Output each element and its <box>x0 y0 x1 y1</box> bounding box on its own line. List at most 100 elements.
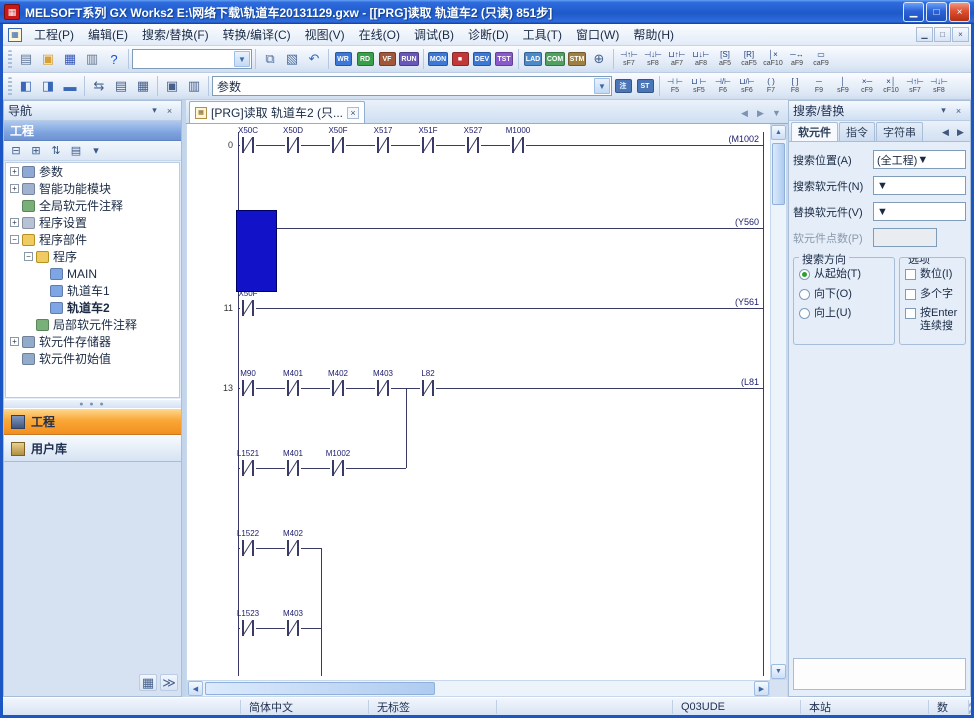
close-button[interactable]: × <box>949 2 970 22</box>
maximize-button[interactable]: □ <box>926 2 947 22</box>
menu-item[interactable]: 转换/编译(C) <box>216 23 298 46</box>
scroll-right-icon[interactable]: ▶ <box>754 681 769 696</box>
toolbar-grip[interactable] <box>8 77 12 96</box>
radio-from-start[interactable]: 从起始(T) <box>799 268 889 281</box>
device-comment-icon[interactable]: COM <box>544 48 566 70</box>
tree-item[interactable]: −程序部件 <box>6 231 179 248</box>
open-project-icon[interactable]: ▣ <box>37 48 59 70</box>
tree-expand-all-icon[interactable]: ⊞ <box>27 142 45 159</box>
ladder-symbol-cf9-button[interactable]: ×─cF9 <box>855 74 879 99</box>
tab-instruction[interactable]: 指令 <box>839 122 875 141</box>
document-tab[interactable]: ▦ [PRG]读取 轨道车2 (只... × <box>189 101 365 123</box>
contact-x51f[interactable] <box>420 137 436 153</box>
more-panels-icon[interactable]: ≫ <box>160 674 178 691</box>
write-to-plc-icon[interactable]: WR <box>332 48 354 70</box>
combo-dropdown-icon[interactable]: ▼ <box>234 51 250 67</box>
ladder-symbol-caf9-button[interactable]: ▭caF9 <box>809 47 833 72</box>
tab-next-icon[interactable]: ▶ <box>953 125 968 139</box>
combo-dropdown-icon[interactable]: ▼ <box>917 154 928 166</box>
tree-collapse-all-icon[interactable]: ⊟ <box>7 142 25 159</box>
contact-x527[interactable] <box>465 137 481 153</box>
tab-scroll-left-icon[interactable]: ◀ <box>737 106 752 120</box>
ladder-symbol-f6-button[interactable]: ⊣/⊢F6 <box>711 74 735 99</box>
menu-item[interactable]: 调试(B) <box>407 23 461 46</box>
stack-button-project[interactable]: 工程 <box>4 408 181 435</box>
contact-l1523[interactable] <box>240 620 256 636</box>
tree-item[interactable]: −程序 <box>6 248 179 265</box>
toolbar-grip[interactable] <box>8 50 12 69</box>
monitor-stop-icon[interactable]: ■ <box>449 48 471 70</box>
ladder-symbol-sf9-button[interactable]: │sF9 <box>831 74 855 99</box>
tree-expander-icon[interactable]: + <box>10 337 19 346</box>
device-test-icon[interactable]: TST <box>493 48 515 70</box>
read-from-plc-icon[interactable]: RD <box>354 48 376 70</box>
data-security-icon[interactable]: ▤ <box>67 142 85 159</box>
scroll-down-icon[interactable]: ▼ <box>771 664 786 679</box>
combo-dropdown-icon[interactable]: ▼ <box>594 78 610 94</box>
panel-menu-icon[interactable]: ▾ <box>936 104 951 118</box>
contact-m402[interactable] <box>285 540 301 556</box>
ladder-edit-mode-icon[interactable]: LAD <box>522 48 544 70</box>
ladder-symbol-f5-button[interactable]: ⊣ ⊢F5 <box>663 74 687 99</box>
mdi-minimize-button[interactable]: ▁ <box>916 27 933 42</box>
panel-menu-icon[interactable]: ▾ <box>147 104 162 118</box>
output-window-icon[interactable]: ▬ <box>59 75 81 97</box>
ladder-symbol-f8-button[interactable]: [ ]F8 <box>783 74 807 99</box>
ladder-symbol-af8-button[interactable]: ⊔↓⊢aF8 <box>689 47 713 72</box>
contact-x50f[interactable] <box>240 300 256 316</box>
menu-item[interactable]: 编辑(E) <box>81 23 135 46</box>
contact-m1000[interactable] <box>510 137 526 153</box>
stack-splitter[interactable]: ● ● ● <box>4 399 181 408</box>
tree-item[interactable]: 轨道车2 <box>6 299 179 316</box>
ladder-symbol-sf6-button[interactable]: ⊔/⊢sF6 <box>735 74 759 99</box>
radio-up[interactable]: 向上(U) <box>799 307 889 320</box>
horizontal-scroll-thumb[interactable] <box>205 682 435 695</box>
zoom-icon[interactable]: ⊕ <box>588 48 610 70</box>
find-device-combo[interactable]: ▼ <box>873 176 966 195</box>
menu-item[interactable]: 工具(T) <box>516 23 569 46</box>
vertical-scroll-thumb[interactable] <box>772 143 785 205</box>
ladder-symbol-f7-button[interactable]: ( )F7 <box>759 74 783 99</box>
tree-item[interactable]: +参数 <box>6 163 179 180</box>
menu-item[interactable]: 搜索/替换(F) <box>135 23 216 46</box>
mdi-restore-button[interactable]: □ <box>934 27 951 42</box>
ladder-symbol-sf5-button[interactable]: ⊔ ⊢sF5 <box>687 74 711 99</box>
paste-icon[interactable]: ▧ <box>281 48 303 70</box>
contact-m401[interactable] <box>285 380 301 396</box>
remote-operation-icon[interactable]: RUN <box>398 48 420 70</box>
vertical-scrollbar[interactable]: ▲ ▼ <box>770 124 787 680</box>
contact-m401[interactable] <box>285 460 301 476</box>
ladder-symbol-sf7-button[interactable]: ⊣↑⊢sF7 <box>617 47 641 72</box>
monitor-mode-icon[interactable]: MON <box>427 48 449 70</box>
watch-window-icon[interactable]: ▦ <box>132 75 154 97</box>
checkbox-enter-continuous[interactable]: 按Enter连续搜 <box>905 307 960 332</box>
menu-item[interactable]: 工程(P) <box>27 23 81 46</box>
sort-icon[interactable]: ⇅ <box>47 142 65 159</box>
mdi-close-button[interactable]: × <box>952 27 969 42</box>
tree-item[interactable]: 软元件初始值 <box>6 350 179 367</box>
tree-item[interactable]: 局部软元件注释 <box>6 316 179 333</box>
menu-item[interactable]: 视图(V) <box>298 23 352 46</box>
device-batch-monitor-icon[interactable]: DEV <box>471 48 493 70</box>
coil-y560[interactable]: (Y560 <box>701 217 759 227</box>
print-icon[interactable]: ▥ <box>81 48 103 70</box>
scroll-up-icon[interactable]: ▲ <box>771 125 786 140</box>
tree-item[interactable]: 全局软元件注释 <box>6 197 179 214</box>
device-list-icon[interactable]: ▤ <box>110 75 132 97</box>
tab-string[interactable]: 字符串 <box>876 122 923 141</box>
contact-l1522[interactable] <box>240 540 256 556</box>
tree-expander-icon[interactable]: + <box>10 167 19 176</box>
undo-icon[interactable]: ↶ <box>303 48 325 70</box>
contact-x50f[interactable] <box>330 137 346 153</box>
contact-m1002[interactable] <box>330 460 346 476</box>
device-comment-display-icon[interactable]: 注 <box>612 75 634 97</box>
checkbox-digit[interactable]: 数位(I) <box>905 268 960 281</box>
contact-m403[interactable] <box>375 380 391 396</box>
element-selection-window-icon[interactable]: ◨ <box>37 75 59 97</box>
ladder-symbol-af7-button[interactable]: ⊔↑⊢aF7 <box>665 47 689 72</box>
edit-cursor[interactable] <box>236 210 277 292</box>
ladder-symbol-af9-button[interactable]: ─↔aF9 <box>785 47 809 72</box>
scroll-left-icon[interactable]: ◀ <box>188 681 203 696</box>
ladder-symbol-cf10-button[interactable]: ×│cF10 <box>879 74 903 99</box>
tree-expander-icon[interactable]: − <box>10 235 19 244</box>
